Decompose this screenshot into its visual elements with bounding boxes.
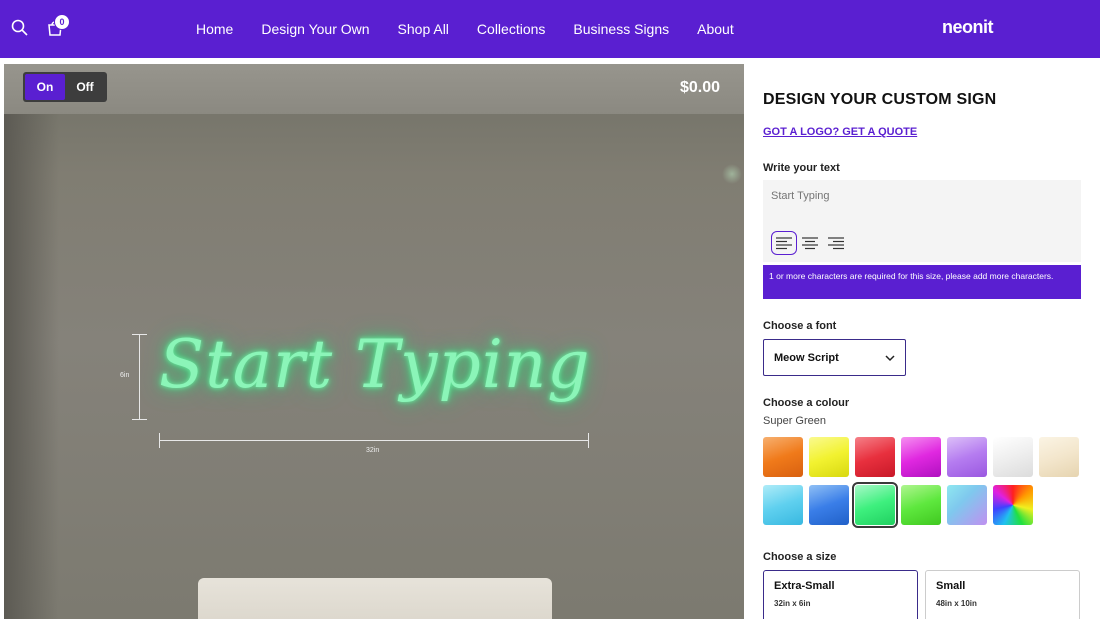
top-header: 0 Home Design Your Own Shop All Collecti… — [0, 0, 1100, 58]
nav-collections[interactable]: Collections — [477, 21, 545, 37]
price-display: $0.00 — [680, 79, 721, 96]
logo-quote-link[interactable]: GOT A LOGO? GET A QUOTE — [763, 126, 917, 138]
width-dimension-line — [159, 440, 589, 441]
size-dimensions: 48in x 10in — [936, 599, 977, 608]
room-ceiling — [4, 64, 744, 114]
selected-colour-name: Super Green — [763, 415, 826, 427]
neon-sign-text: Start Typing — [159, 326, 591, 403]
sign-text-input[interactable] — [771, 190, 1071, 202]
align-center-icon — [802, 237, 818, 250]
nav-home[interactable]: Home — [196, 21, 233, 37]
swatch-white[interactable] — [993, 437, 1033, 477]
main-nav: Home Design Your Own Shop All Collection… — [196, 0, 762, 58]
swatch-blue[interactable] — [809, 485, 849, 525]
width-dimension-cap-left — [159, 433, 160, 448]
swatch-red[interactable] — [855, 437, 895, 477]
swatch-multicolour[interactable] — [947, 485, 987, 525]
text-entry-box — [763, 180, 1081, 262]
swatch-warm-white[interactable] — [1039, 437, 1079, 477]
height-dimension-label: 6in — [120, 372, 130, 379]
panel-title: DESIGN YOUR CUSTOM SIGN — [763, 91, 997, 108]
nav-shop-all[interactable]: Shop All — [398, 21, 449, 37]
align-left-icon — [776, 237, 792, 250]
swatch-orange[interactable] — [763, 437, 803, 477]
font-dropdown[interactable]: Meow Script — [763, 339, 906, 376]
size-name: Extra-Small — [774, 580, 835, 592]
search-icon[interactable] — [10, 18, 30, 38]
swatch-pink[interactable] — [901, 437, 941, 477]
design-panel: DESIGN YOUR CUSTOM SIGN GOT A LOGO? GET … — [745, 58, 1100, 619]
font-label: Choose a font — [763, 320, 837, 332]
width-dimension-label: 32in — [366, 447, 380, 454]
swatch-purple[interactable] — [947, 437, 987, 477]
size-name: Small — [936, 580, 966, 592]
size-option-extra-small[interactable]: Extra-Small 32in x 6in — [763, 570, 918, 619]
power-toggle[interactable]: On Off — [23, 72, 107, 102]
chevron-down-icon — [885, 355, 895, 362]
toggle-on-button[interactable]: On — [25, 74, 65, 100]
toggle-off-button[interactable]: Off — [65, 74, 105, 100]
size-dimensions: 32in x 6in — [774, 599, 811, 608]
align-center-button[interactable] — [797, 231, 823, 255]
character-warning: 1 or more characters are required for th… — [763, 265, 1081, 299]
nav-business-signs[interactable]: Business Signs — [573, 21, 669, 37]
height-dimension-line — [139, 334, 140, 420]
height-dimension-cap-bottom — [132, 419, 147, 420]
write-text-label: Write your text — [763, 162, 840, 174]
swatch-yellow[interactable] — [809, 437, 849, 477]
swatch-ice-blue[interactable] — [763, 485, 803, 525]
swatch-rgb[interactable] — [993, 485, 1033, 525]
colour-label: Choose a colour — [763, 397, 850, 409]
align-left-button[interactable] — [771, 231, 797, 255]
align-right-button[interactable] — [823, 231, 849, 255]
sign-preview: On Off $0.00 6in Start Typing 32in — [4, 64, 744, 619]
nav-about[interactable]: About — [697, 21, 734, 37]
width-dimension-cap-right — [588, 433, 589, 448]
align-right-icon — [828, 237, 844, 250]
size-label: Choose a size — [763, 551, 837, 563]
nav-design-your-own[interactable]: Design Your Own — [261, 21, 369, 37]
swatch-super-green[interactable] — [852, 482, 898, 528]
cart-count-badge: 0 — [54, 14, 70, 30]
lamp-glow — [722, 164, 742, 184]
room-wall-shadow — [4, 114, 59, 619]
bed-headboard — [198, 578, 552, 619]
size-option-small[interactable]: Small 48in x 10in — [925, 570, 1080, 619]
font-dropdown-value: Meow Script — [774, 351, 839, 364]
swatch-green[interactable] — [901, 485, 941, 525]
height-dimension-cap-top — [132, 334, 147, 335]
brand-logo[interactable]: neonit — [942, 17, 994, 38]
